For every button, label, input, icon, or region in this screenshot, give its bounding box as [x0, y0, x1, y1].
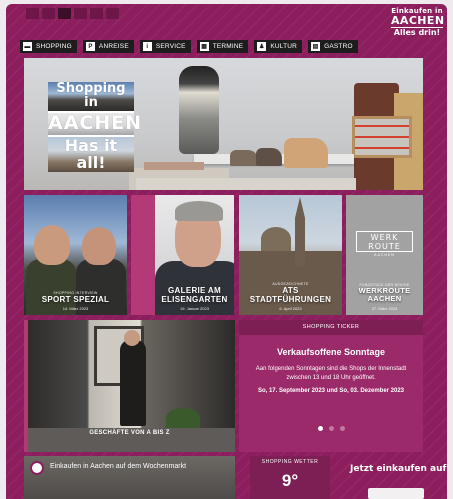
- nav-label: ANREISE: [98, 43, 129, 50]
- hero-plush-toy: [179, 66, 219, 154]
- hero-shoe: [230, 150, 258, 166]
- video-teaser[interactable]: Einkaufen in Aachen auf dem Wochenmarkt: [24, 456, 235, 499]
- tile-galerie[interactable]: GALERIE AM ELISENGARTEN 19. Januar 2023: [131, 195, 234, 315]
- hero-shelf: [136, 178, 356, 190]
- shops-caption: GESCHÄFTE VON A BIS Z: [89, 430, 170, 436]
- shopping-weather: SHOPPING WETTER 9°: [250, 456, 330, 499]
- shopper-figure: [124, 330, 140, 346]
- tile-title: SPORT SPEZIAL: [41, 294, 110, 304]
- nav-termine[interactable]: ▦ TERMINE: [196, 40, 249, 53]
- main-nav: ▬ SHOPPING P ANREISE i SERVICE ▦ TERMINE…: [20, 40, 358, 53]
- carousel-dot[interactable]: [328, 426, 334, 431]
- tile-kicker: SHOPPING INTERVIEW: [53, 290, 98, 295]
- tile-title: WERKROUTE AACHEN: [358, 285, 411, 304]
- ticker-title[interactable]: Verkaufsoffene Sonntage: [239, 347, 423, 357]
- nav-label: SHOPPING: [36, 43, 72, 50]
- plant: [166, 408, 200, 428]
- weather-header: SHOPPING WETTER: [261, 459, 319, 465]
- nav-anreise[interactable]: P ANREISE: [82, 40, 134, 53]
- shopper-figure: [120, 340, 146, 426]
- nav-label: KULTUR: [270, 43, 298, 50]
- tile-figure: [82, 227, 116, 265]
- tile-date: 27. März 2023: [371, 306, 398, 311]
- brand-line-3: Alles drin!: [391, 27, 443, 37]
- logo-text: ROUTE: [356, 242, 413, 252]
- nav-service[interactable]: i SERVICE: [139, 40, 191, 53]
- calendar-icon: ▦: [199, 42, 209, 51]
- social-icon[interactable]: [26, 8, 39, 19]
- gastro-icon: ▤: [311, 42, 321, 51]
- ticker-header: SHOPPING TICKER: [239, 320, 423, 335]
- logo-text: AACHEN: [374, 253, 395, 257]
- tile-caption: FUNDSTÜCK DER WOCHE WERKROUTE AACHEN 27.…: [346, 283, 423, 311]
- tile-werkroute[interactable]: WERK ROUTE AACHEN FUNDSTÜCK DER WOCHE WE…: [346, 195, 423, 315]
- social-icon[interactable]: [106, 8, 119, 19]
- carousel-dots: [239, 426, 423, 431]
- shop-online-button[interactable]: [368, 488, 424, 499]
- hero-line-3: Has it all!: [48, 137, 134, 172]
- hero-line-2: AACHEN: [48, 113, 141, 138]
- tile-sport-spezial[interactable]: SHOPPING INTERVIEW SPORT SPEZIAL 14. Mär…: [24, 195, 127, 315]
- carousel-dot[interactable]: [339, 426, 345, 431]
- ticker-body: Aan folgenden Sonntagen sind die Shops d…: [255, 366, 407, 381]
- brand-line-2: AACHEN: [391, 14, 445, 27]
- hero-title: Shopping in AACHEN Has it all!: [48, 82, 141, 172]
- tile-date: 14. März 2023: [62, 306, 89, 311]
- tile-date: 19. Januar 2023: [180, 306, 209, 311]
- hero-line-1: Shopping in: [48, 82, 134, 114]
- shopping-ticker: SHOPPING TICKER Verkaufsoffene Sonntage …: [239, 320, 423, 452]
- tile-figure: [34, 225, 70, 265]
- tile-caption: AUSGEZEICHNETE ATS STADTFÜHRUNGEN 6. Apr…: [239, 282, 342, 311]
- carousel-dot[interactable]: [317, 426, 323, 431]
- tile-figure: [175, 201, 223, 221]
- social-icon[interactable]: [42, 8, 55, 19]
- tile-kicker: FUNDSTÜCK DER WOCHE: [359, 282, 410, 287]
- social-icon[interactable]: [74, 8, 87, 19]
- nav-shopping[interactable]: ▬ SHOPPING: [20, 40, 77, 53]
- tile-title: ATS STADTFÜHRUNGEN: [249, 285, 332, 304]
- brand-logo[interactable]: Einkaufen in AACHEN Alles drin!: [391, 8, 445, 37]
- tile-stripe: [131, 195, 155, 315]
- tile-title: GALERIE AM ELISENGARTEN: [161, 285, 228, 304]
- nav-label: GASTRO: [324, 43, 353, 50]
- shops-a-z-teaser[interactable]: GESCHÄFTE VON A BIS Z: [24, 320, 235, 452]
- hero-abacus: [352, 116, 412, 158]
- shop-online-heading: Jetzt einkaufen auf: [350, 464, 447, 474]
- tile-caption: GALERIE AM ELISENGARTEN 19. Januar 2023: [155, 286, 234, 311]
- hero-cloth: [144, 162, 204, 170]
- tile-building: [261, 227, 291, 251]
- hero-boot: [284, 138, 328, 168]
- ticker-dates: So, 17. September 2023 und So, 03. Dezem…: [257, 388, 405, 395]
- nav-label: SERVICE: [155, 43, 186, 50]
- logo-text: WERK: [356, 231, 413, 242]
- hero-shoe: [256, 148, 282, 166]
- nav-label: TERMINE: [212, 43, 244, 50]
- werkroute-logo: WERK ROUTE AACHEN: [356, 231, 413, 257]
- video-title: Einkaufen in Aachen auf dem Wochenmarkt: [50, 463, 187, 470]
- channel-avatar-icon: [30, 461, 44, 475]
- tile-stadtfuehrungen[interactable]: AUSGEZEICHNETE ATS STADTFÜHRUNGEN 6. Apr…: [239, 195, 342, 315]
- nav-gastro[interactable]: ▤ GASTRO: [308, 40, 358, 53]
- tile-date: 6. April 2023: [279, 306, 302, 311]
- parking-icon: P: [85, 42, 95, 51]
- top-social-bar: [26, 8, 119, 19]
- shopping-icon: ▬: [23, 42, 32, 51]
- culture-icon: ♟: [257, 42, 267, 51]
- tile-kicker: AUSGEZEICHNETE: [272, 281, 309, 286]
- tile-caption: SHOPPING INTERVIEW SPORT SPEZIAL 14. Mär…: [24, 291, 127, 311]
- tile-building: [295, 197, 305, 267]
- info-icon: i: [142, 42, 152, 51]
- social-icon[interactable]: [58, 8, 71, 19]
- hero-banner[interactable]: Shopping in AACHEN Has it all!: [24, 58, 423, 190]
- weather-temperature: 9°: [281, 471, 299, 490]
- nav-kultur[interactable]: ♟ KULTUR: [254, 40, 303, 53]
- social-icon[interactable]: [90, 8, 103, 19]
